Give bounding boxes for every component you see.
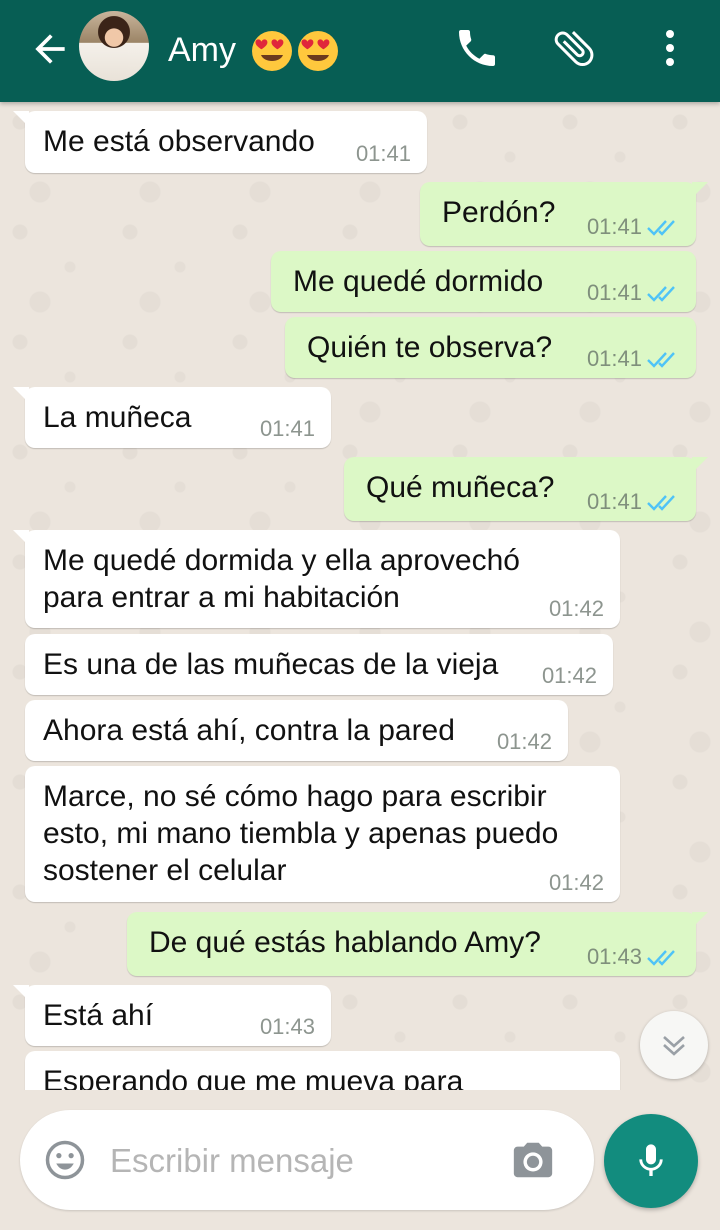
heart-eyes-emoji-icon: [252, 31, 292, 71]
message-time: 01:43: [586, 944, 642, 969]
paperclip-icon[interactable]: [550, 24, 598, 72]
message-time: 01:42: [541, 663, 597, 688]
message-meta: 01:41: [356, 142, 411, 166]
message-text: Quién te observa?: [307, 331, 553, 364]
message-time: 01:42: [548, 596, 604, 621]
message-time: 01:41: [355, 141, 411, 166]
message-meta: 01:42: [542, 664, 597, 688]
message-incoming[interactable]: Ahora está ahí, contra la pared 01:42: [25, 700, 568, 761]
message-text: Me está observando: [43, 125, 315, 158]
message-time: 01:41: [586, 214, 642, 239]
message-input-box[interactable]: Escribir mensaje: [20, 1110, 594, 1210]
message-meta: 01:41: [587, 281, 680, 305]
message-incoming[interactable]: Esperando que me mueva para: [25, 1051, 620, 1090]
message-outgoing[interactable]: Quién te observa? 01:41: [285, 317, 696, 378]
double-chevron-down-icon: [663, 1036, 685, 1056]
read-receipt-icon: [647, 495, 675, 511]
voice-message-button[interactable]: [604, 1114, 698, 1208]
message-text: Ahora está ahí, contra la pared: [43, 714, 455, 747]
scroll-to-bottom-button[interactable]: [640, 1011, 708, 1079]
message-time: 01:43: [259, 1014, 315, 1039]
read-receipt-icon: [647, 950, 675, 966]
avatar[interactable]: [79, 11, 149, 81]
message-text: Me quedé dormida y ella aprovechó para e…: [43, 544, 520, 614]
message-time: 01:42: [548, 870, 604, 895]
message-meta: 01:41: [587, 215, 680, 239]
message-incoming[interactable]: Me está observando 01:41: [13, 111, 427, 173]
message-text: Me quedé dormido: [293, 265, 544, 298]
message-time: 01:41: [586, 280, 642, 305]
read-receipt-icon: [647, 220, 675, 236]
message-meta: 01:42: [549, 871, 604, 895]
contact-name[interactable]: Amy: [168, 28, 236, 72]
message-incoming[interactable]: Marce, no sé cómo hago para escribir est…: [25, 766, 620, 902]
message-text: La muñeca: [43, 401, 192, 434]
message-outgoing[interactable]: Qué muñeca? 01:41: [344, 457, 708, 521]
message-time: 01:41: [586, 346, 642, 371]
camera-icon[interactable]: [510, 1137, 556, 1183]
message-text: Está ahí: [43, 999, 154, 1032]
message-text: Qué muñeca?: [366, 471, 555, 504]
message-time: 01:42: [496, 729, 552, 754]
heart-eyes-emoji-icon: [298, 31, 338, 71]
message-text: Perdón?: [442, 196, 556, 229]
message-meta: 01:42: [549, 597, 604, 621]
read-receipt-icon: [647, 286, 675, 302]
message-time: 01:41: [259, 416, 315, 441]
message-meta: 01:41: [587, 490, 680, 514]
message-meta: 01:41: [260, 417, 315, 441]
message-text: Marce, no sé cómo hago para escribir est…: [43, 780, 559, 887]
message-outgoing[interactable]: Me quedé dormido 01:41: [271, 251, 696, 312]
message-time: 01:41: [586, 489, 642, 514]
chat-area[interactable]: Me está observando 01:41 Perdón? 01:41 M…: [0, 102, 720, 1090]
more-vert-icon[interactable]: [646, 24, 694, 72]
message-text: De qué estás hablando Amy?: [149, 926, 541, 959]
message-incoming[interactable]: Está ahí 01:43: [13, 985, 331, 1046]
message-outgoing[interactable]: Perdón? 01:41: [420, 182, 708, 246]
message-meta: 01:43: [587, 945, 680, 969]
message-meta: 01:41: [587, 347, 680, 371]
message-text: Es una de las muñecas de la vieja: [43, 648, 499, 681]
message-text: Esperando que me mueva para: [43, 1065, 464, 1090]
back-arrow-icon[interactable]: [28, 27, 72, 71]
message-incoming[interactable]: Me quedé dormida y ella aprovechó para e…: [13, 530, 620, 628]
phone-icon[interactable]: [453, 24, 501, 72]
message-outgoing[interactable]: De qué estás hablando Amy? 01:43: [127, 912, 708, 976]
message-meta: 01:43: [260, 1015, 315, 1039]
message-incoming[interactable]: La muñeca 01:41: [13, 387, 331, 448]
microphone-icon: [639, 1144, 663, 1176]
message-meta: 01:42: [497, 730, 552, 754]
composer-bar: Escribir mensaje: [0, 1090, 720, 1230]
chat-header: Amy: [0, 0, 720, 102]
read-receipt-icon: [647, 352, 675, 368]
emoji-icon[interactable]: [44, 1139, 86, 1181]
message-input[interactable]: Escribir mensaje: [110, 1140, 354, 1182]
name-emojis: [250, 29, 340, 73]
message-incoming[interactable]: Es una de las muñecas de la vieja 01:42: [25, 634, 613, 695]
